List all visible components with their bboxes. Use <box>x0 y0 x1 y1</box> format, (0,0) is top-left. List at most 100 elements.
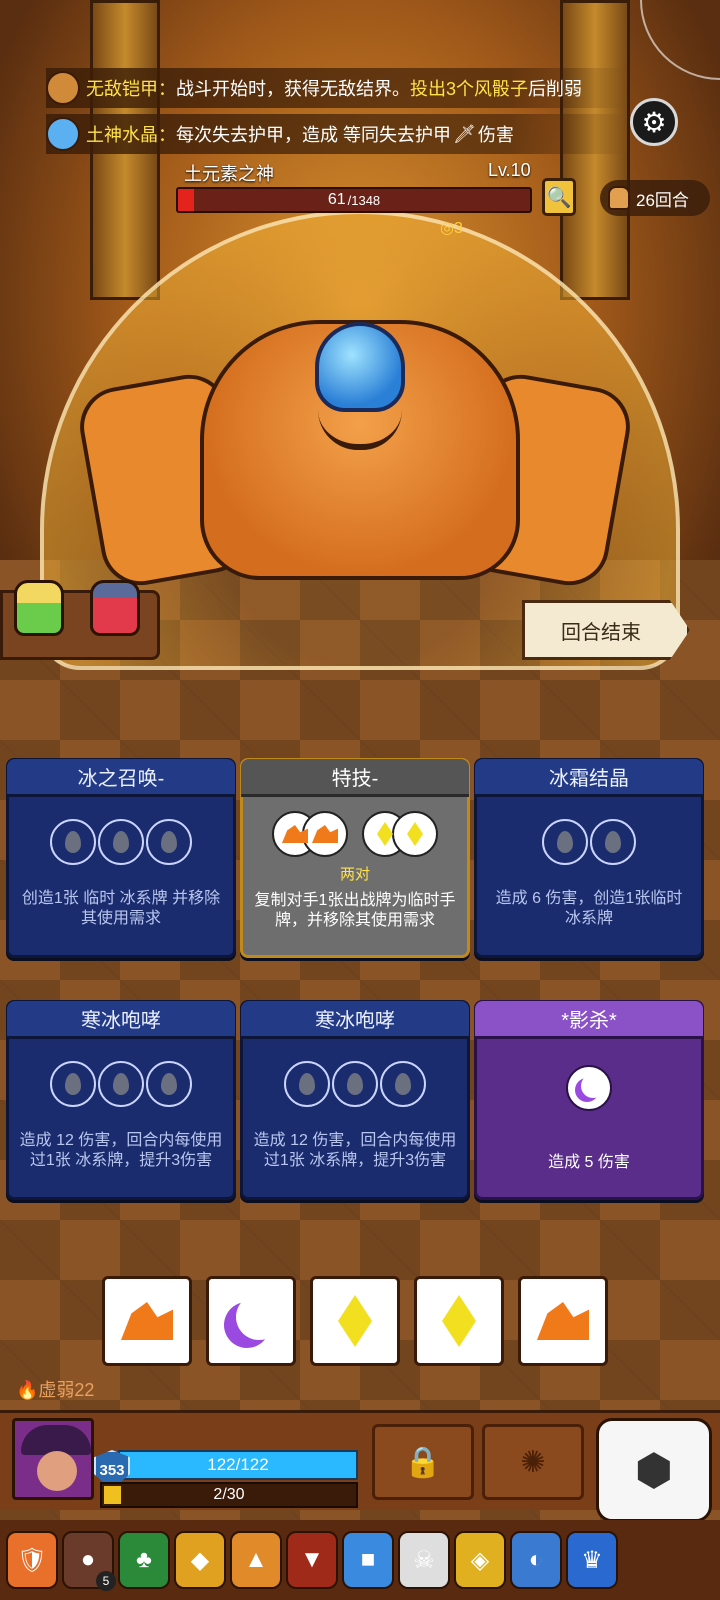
card-title: 特技- <box>241 759 469 797</box>
card-ice-summon[interactable]: 冰之召唤- 创造1张 临时 冰系牌 并移除其使用需求 <box>6 758 236 958</box>
dice-slot[interactable] <box>98 819 144 865</box>
buff-banner-crystal[interactable]: 土神水晶： 每次失去护甲，造成 等同失去护甲 🗡 伤害 <box>46 114 626 154</box>
die-earth[interactable] <box>102 1276 192 1366</box>
dice-slot[interactable] <box>380 1061 426 1107</box>
flame-icon: 🔥 <box>16 1380 39 1400</box>
dice-slot[interactable] <box>566 1065 612 1111</box>
buff-text: 战斗开始时，获得无敌结界。 <box>176 79 410 99</box>
buff-banner-armor[interactable]: 无敌铠甲： 战斗开始时，获得无敌结界。 投出3个风骰子 后削弱 <box>46 68 626 108</box>
water-drop-icon <box>113 831 129 853</box>
card-description: 复制对手1张出战牌为临时手牌，并移除其使用需求 <box>254 892 456 929</box>
spider-web <box>640 0 720 80</box>
dice-slots <box>243 1061 467 1107</box>
water-drop-icon <box>65 831 81 853</box>
roll-dice-button[interactable]: ⬢ <box>596 1418 712 1522</box>
settings-gear-icon[interactable]: ⚙ <box>630 98 678 146</box>
boss-level: Lv.10 <box>488 160 531 180</box>
buff-text-after: 伤害 <box>477 125 514 145</box>
skull-icon[interactable]: ☠ <box>398 1531 450 1589</box>
inspect-magnifier-icon[interactable]: 🔍 <box>542 178 576 216</box>
lightning-diamond-icon <box>442 1295 476 1347</box>
armor-icon <box>46 71 80 105</box>
xp-text: 2/30 <box>213 1486 245 1503</box>
card-title: 寒冰咆哮 <box>241 1001 469 1039</box>
hood-icon[interactable]: ▼ <box>286 1531 338 1589</box>
die-lightning-2[interactable] <box>414 1276 504 1366</box>
boss-hp-text: 61 /1348 <box>178 189 530 211</box>
die-moon[interactable] <box>206 1276 296 1366</box>
card-description: 造成 5 伤害 <box>548 1154 630 1171</box>
card-title: 冰之召唤- <box>7 759 235 797</box>
card-description: 创造1张 临时 冰系牌 并移除其使用需求 <box>21 890 221 927</box>
boss-hp-max: /1348 <box>347 192 381 208</box>
boss-crystal <box>315 322 405 412</box>
dice-slots <box>477 819 701 865</box>
dice-slot[interactable] <box>332 1061 378 1107</box>
buff-name: 土神水晶： <box>86 125 176 145</box>
card-description: 造成 6 伤害，创造1张临时 冰系牌 <box>495 890 683 927</box>
lock-button[interactable]: 🔒 <box>372 1424 474 1500</box>
flame-shield-icon[interactable]: 🛡 <box>6 1531 58 1589</box>
dice-slot[interactable] <box>146 819 192 865</box>
dice-slots <box>9 819 233 865</box>
lightning-diamond-icon <box>377 822 393 846</box>
reroll-button[interactable]: ✺ <box>482 1424 584 1500</box>
button-icon[interactable]: ● 5 <box>62 1531 116 1591</box>
crown-icon[interactable]: ♛ <box>566 1531 618 1589</box>
player-avatar[interactable] <box>12 1418 94 1500</box>
card-ice-roar-2[interactable]: 寒冰咆哮 造成 12 伤害，回合内每使用过1张 冰系牌，提升3伤害 <box>240 1000 470 1200</box>
card-description: 造成 12 伤害，回合内每使用过1张 冰系牌，提升3伤害 <box>253 1132 457 1169</box>
cake-icon[interactable]: ▲ <box>230 1531 282 1589</box>
water-drop-icon <box>347 1073 363 1095</box>
water-drop-icon <box>113 1073 129 1095</box>
potion-yellow-green-icon[interactable] <box>14 580 64 636</box>
buff-text: 每次失去护甲，造成 等同失去护甲 <box>176 125 451 145</box>
dice-slot[interactable] <box>50 819 96 865</box>
card-title: 寒冰咆哮 <box>7 1001 235 1039</box>
water-drop-icon <box>161 831 177 853</box>
card-special-skill[interactable]: 特技- 两对 复制对手1张出战牌为临时手牌，并移除其使用需求 <box>240 758 470 958</box>
amulet-icon[interactable]: ◈ <box>454 1531 506 1589</box>
face-icon <box>37 1451 77 1491</box>
dice-slot[interactable] <box>590 819 636 865</box>
boss-name: 土元素之神 <box>184 164 274 184</box>
card-frost-crystal[interactable]: 冰霜结晶 造成 6 伤害，创造1张临时 冰系牌 <box>474 758 704 958</box>
dice-slot[interactable] <box>542 819 588 865</box>
lock-icon: 🔒 <box>404 1445 442 1479</box>
water-drop-icon <box>65 1073 81 1095</box>
die-earth-2[interactable] <box>518 1276 608 1366</box>
turn-counter: 26回合 <box>600 180 710 216</box>
end-turn-button[interactable]: 回合结束 <box>522 600 690 660</box>
relic-count: 5 <box>96 1571 116 1591</box>
moon-icon <box>581 1074 605 1098</box>
water-drop-icon <box>299 1073 315 1095</box>
crystal-icon <box>46 117 80 151</box>
pair-slot-lightning[interactable] <box>362 811 438 857</box>
potion-red-icon[interactable] <box>90 580 140 636</box>
dice-slot[interactable] <box>50 1061 96 1107</box>
earth-icon <box>537 1302 589 1340</box>
dice-slot[interactable] <box>392 811 438 857</box>
frame-icon[interactable]: ◆ <box>174 1531 226 1589</box>
earth-icon <box>312 825 338 843</box>
card-description: 造成 12 伤害，回合内每使用过1张 冰系牌，提升3伤害 <box>19 1132 223 1169</box>
ice-block-icon[interactable]: ■ <box>342 1531 394 1589</box>
boss-hp-bar: 61 /1348 <box>176 187 532 213</box>
card-shadow-kill[interactable]: *影杀* 造成 5 伤害 <box>474 1000 704 1200</box>
card-title: *影杀* <box>475 1001 703 1039</box>
dice-slot[interactable] <box>302 811 348 857</box>
water-drop-icon <box>395 1073 411 1095</box>
dice-slot[interactable] <box>98 1061 144 1107</box>
card-ice-roar[interactable]: 寒冰咆哮 造成 12 伤害，回合内每使用过1张 冰系牌，提升3伤害 <box>6 1000 236 1200</box>
lightning-diamond-icon <box>407 822 423 846</box>
dice-slot[interactable] <box>146 1061 192 1107</box>
burst-icon: ✺ <box>520 1445 546 1479</box>
dice-slot[interactable] <box>284 1061 330 1107</box>
pair-slot-earth[interactable] <box>272 811 348 857</box>
xp-fill <box>104 1486 122 1504</box>
boss-hp-value: 61 <box>327 191 346 208</box>
clover-icon[interactable]: ♣ <box>118 1531 170 1589</box>
turn-count-text: 26回合 <box>636 190 689 210</box>
shell-icon[interactable]: ◐ <box>510 1531 562 1589</box>
die-lightning[interactable] <box>310 1276 400 1366</box>
